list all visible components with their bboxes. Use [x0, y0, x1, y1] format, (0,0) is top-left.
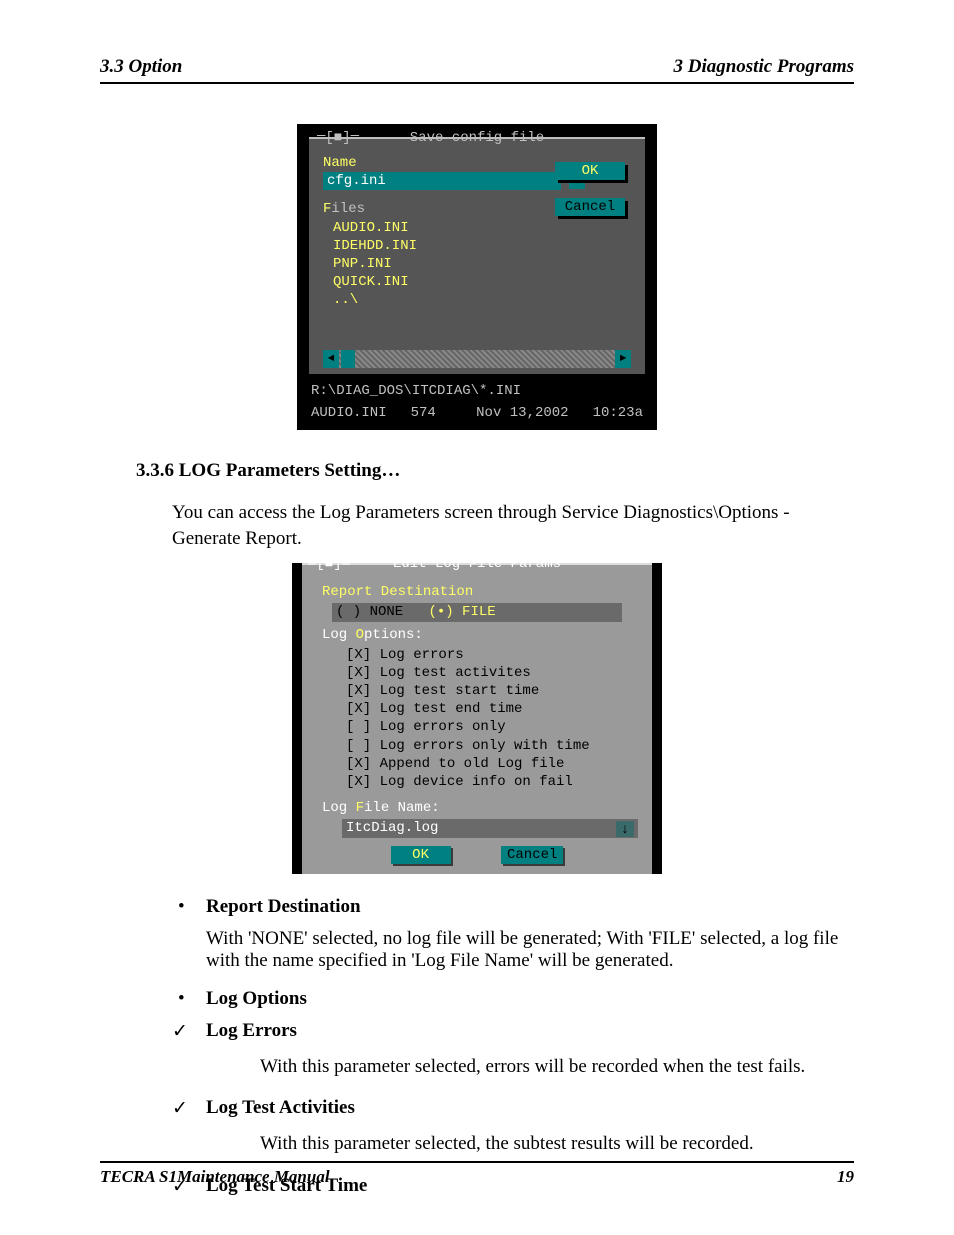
save-config-dialog: ═[■]═ Save config file Name cfg.ini ↓ OK… — [297, 124, 657, 430]
checkbox-option[interactable]: [X] Log test end time — [302, 700, 652, 718]
dialog-title: Edit Log File Params — [302, 555, 652, 573]
log-file-post: ile Name: — [364, 800, 440, 816]
file-item[interactable]: IDEHDD.INI — [309, 237, 645, 255]
history-dropdown-icon[interactable]: ↓ — [616, 821, 634, 837]
log-options-hotkey: O — [356, 627, 364, 643]
checkbox-option[interactable]: [X] Append to old Log file — [302, 755, 652, 773]
horizontal-scrollbar[interactable] — [323, 350, 631, 368]
radio-file[interactable]: (•) FILE — [428, 604, 495, 620]
name-input[interactable]: cfg.ini — [323, 172, 561, 190]
report-dest-radios[interactable]: ( ) NONE (•) FILE — [332, 603, 622, 621]
header-rule — [100, 82, 854, 84]
ok-button[interactable]: OK — [555, 162, 625, 180]
path-line: R:\DIAG_DOS\ITCDIAG\*.INI — [297, 380, 657, 404]
checkbox-option[interactable]: [ ] Log errors only with time — [302, 737, 652, 755]
checkbox-option[interactable]: [X] Log test activites — [302, 664, 652, 682]
ok-button[interactable]: OK — [391, 846, 451, 864]
log-options-bold: Log Options — [206, 988, 307, 1009]
list-item: Log Options — [172, 988, 854, 1010]
list-item: Report Destination With 'NONE' selected,… — [172, 896, 854, 972]
footer-right: 19 — [837, 1167, 854, 1187]
dialog-title: Save config file — [309, 129, 645, 147]
list-item: Log Test Activities — [172, 1097, 854, 1119]
log-file-value: ItcDiag.log — [346, 819, 438, 837]
cancel-button[interactable]: Cancel — [555, 198, 625, 216]
checkbox-option[interactable]: [X] Log errors — [302, 646, 652, 664]
checkbox-option[interactable]: [X] Log test start time — [302, 682, 652, 700]
log-file-input[interactable]: ItcDiag.log ↓ — [342, 819, 638, 837]
log-activities-desc: With this parameter selected, the subtes… — [260, 1131, 854, 1157]
scrollbar-thumb[interactable] — [341, 350, 355, 368]
log-params-dialog: ═[■]═ Edit Log File Params Report Destin… — [292, 563, 662, 874]
files-label: iles — [331, 201, 365, 217]
page-footer: TECRA S1Maintenance Manual 19 — [100, 1161, 854, 1187]
file-item[interactable]: ..\ — [309, 291, 645, 309]
log-options-pre: Log — [322, 627, 356, 643]
list-item: Log Errors — [172, 1020, 854, 1042]
file-item[interactable]: QUICK.INI — [309, 273, 645, 291]
radio-none[interactable]: ( ) NONE — [336, 604, 403, 620]
file-item[interactable]: PNP.INI — [309, 255, 645, 273]
checkbox-option[interactable]: [X] Log device info on fail — [302, 773, 652, 791]
footer-left: TECRA S1Maintenance Manual — [100, 1167, 330, 1187]
section-heading: 3.3.6 LOG Parameters Setting… — [136, 460, 854, 482]
status-file: AUDIO.INI — [311, 404, 387, 422]
page-header: 3.3 Option 3 Diagnostic Programs — [100, 56, 854, 78]
log-file-pre: Log — [322, 800, 356, 816]
log-file-hotkey: F — [356, 800, 364, 816]
checkbox-option[interactable]: [ ] Log errors only — [302, 718, 652, 736]
report-dest-bold: Report Destination — [206, 896, 361, 917]
report-dest-desc: With 'NONE' selected, no log file will b… — [206, 928, 854, 972]
status-size: 574 — [411, 404, 436, 422]
header-left: 3.3 Option — [100, 56, 182, 78]
log-errors-bold: Log Errors — [206, 1020, 297, 1041]
status-time: 10:23a — [593, 404, 643, 422]
report-dest-label: Report Destination — [302, 581, 652, 603]
section-paragraph: You can access the Log Parameters screen… — [172, 500, 854, 551]
log-errors-desc: With this parameter selected, errors wil… — [260, 1054, 854, 1080]
header-right: 3 Diagnostic Programs — [673, 56, 854, 78]
status-date: Nov 13,2002 — [476, 404, 568, 422]
log-options-post: ptions: — [364, 627, 423, 643]
cancel-button[interactable]: Cancel — [501, 846, 563, 864]
log-activities-bold: Log Test Activities — [206, 1097, 355, 1118]
